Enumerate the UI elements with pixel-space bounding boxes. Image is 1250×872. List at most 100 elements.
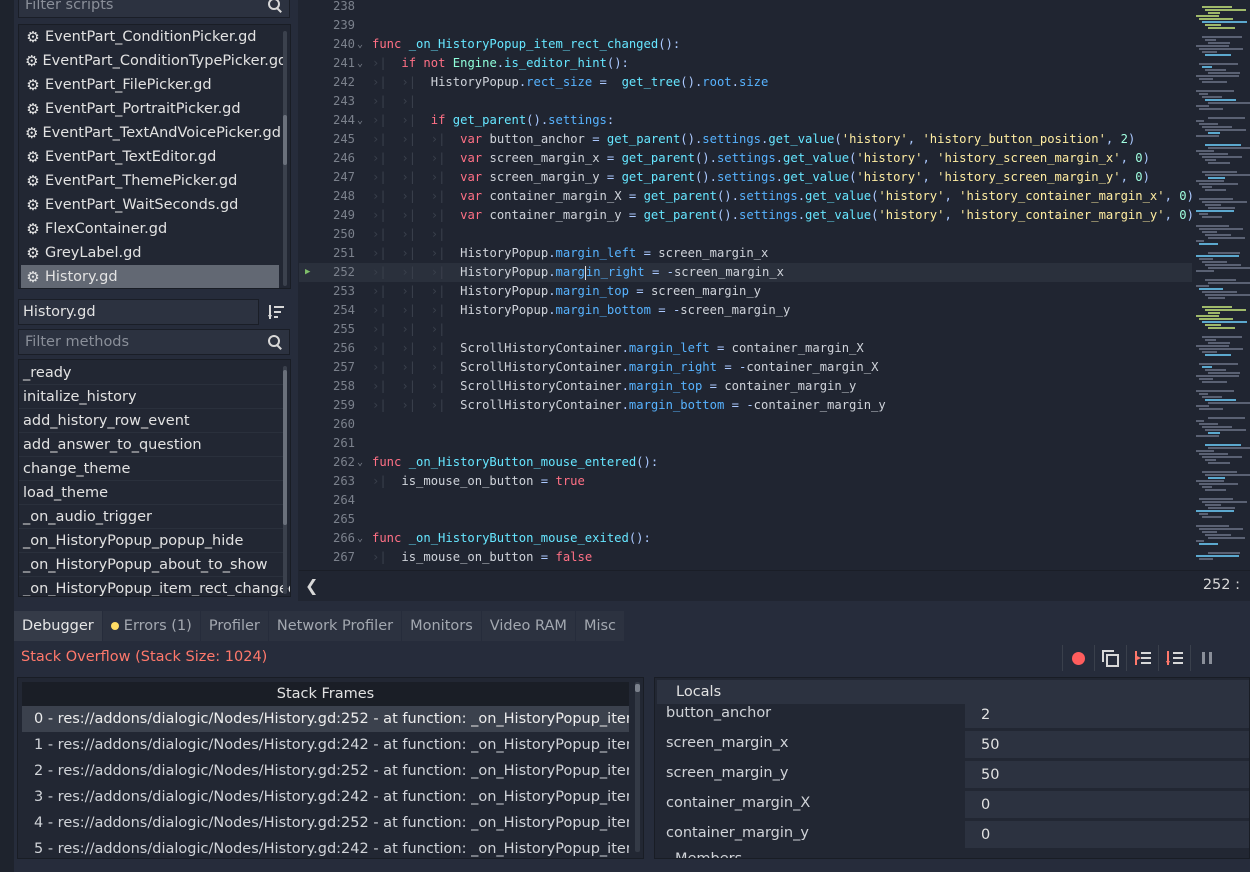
script-list-item[interactable]: ⚙ EventPart_TextEditor.gd xyxy=(21,145,279,169)
method-list-item[interactable]: add_history_row_event xyxy=(19,409,285,433)
code-editor[interactable]: 238 239 240 ⌄ func _on_HistoryPopup_item_rec… xyxy=(299,0,1250,570)
code-line[interactable]: 251 ›| ›| ›| HistoryPopup.margin_left = s… xyxy=(299,244,1192,263)
variable-value[interactable]: 0 xyxy=(965,791,1249,818)
script-list-item[interactable]: ⚙ GreyLabel.gd xyxy=(21,241,279,265)
pause-button[interactable] xyxy=(1190,645,1222,671)
code-line[interactable]: 261 xyxy=(299,434,1192,453)
search-icon[interactable] xyxy=(267,0,283,13)
minimap-line xyxy=(1196,255,1239,257)
method-list-item[interactable]: load_theme xyxy=(19,481,285,505)
fold-arrow-icon[interactable]: ⌄ xyxy=(357,35,363,54)
code-token: margin_top xyxy=(628,379,703,393)
code-line[interactable]: ▶ 252 ›| ›| ›| HistoryPopup.margin_right =… xyxy=(299,263,1192,282)
script-list-item[interactable]: ⚙ EventPart_ConditionTypePicker.gd xyxy=(21,49,287,73)
code-line[interactable]: 266 ⌄ func _on_HistoryButton_mouse_exited(… xyxy=(299,529,1192,548)
method-list-item[interactable]: _on_HistoryPopup_popup_hide xyxy=(19,529,285,553)
code-line[interactable]: 249 ›| ›| ›| var container_margin_y = get… xyxy=(299,206,1194,225)
sort-icon[interactable] xyxy=(268,303,286,321)
step-into-button[interactable] xyxy=(1126,645,1158,671)
code-line[interactable]: 263 ›| is_mouse_on_button = true xyxy=(299,472,1192,491)
fold-arrow-icon[interactable]: ⌄ xyxy=(357,453,363,472)
search-icon[interactable] xyxy=(267,334,283,350)
code-line[interactable]: 257 ›| ›| ›| ScrollHistoryContainer.margi… xyxy=(299,358,1192,377)
method-list-item[interactable]: change_theme xyxy=(19,457,285,481)
line-number: 253 xyxy=(332,284,355,298)
variable-value[interactable]: 0 xyxy=(965,821,1249,848)
stack-frame-row[interactable]: 1 - res://addons/dialogic/Nodes/History.… xyxy=(22,732,629,758)
code-line[interactable]: 260 xyxy=(299,415,1192,434)
code-line[interactable]: 239 xyxy=(299,16,1192,35)
filter-scripts-input[interactable]: Filter scripts xyxy=(18,0,290,18)
tab-errors-1[interactable]: Errors (1) xyxy=(102,611,200,641)
script-list-scroll-thumb[interactable] xyxy=(283,115,287,165)
code-token: _on_HistoryButton_mouse_entered xyxy=(408,455,637,469)
code-line[interactable]: 246 ›| ›| ›| var screen_margin_x = get_pa… xyxy=(299,149,1192,168)
tab-profiler[interactable]: Profiler xyxy=(200,611,268,641)
code-line[interactable]: 253 ›| ›| ›| HistoryPopup.margin_top = sc… xyxy=(299,282,1192,301)
stack-frame-row[interactable]: 2 - res://addons/dialogic/Nodes/History.… xyxy=(22,758,629,784)
code-line[interactable]: 240 ⌄ func _on_HistoryPopup_item_rect_chan… xyxy=(299,35,1192,54)
code-line[interactable]: 243 ›| ›| xyxy=(299,92,1192,111)
step-over-button[interactable] xyxy=(1158,645,1190,671)
code-line[interactable]: 267 ›| is_mouse_on_button = false xyxy=(299,548,1192,567)
script-list-item[interactable]: ⚙ EventPart_TextAndVoicePicker.gd xyxy=(21,121,281,145)
script-list-item[interactable]: ⚙ History.gd xyxy=(21,265,279,288)
break-button[interactable] xyxy=(1062,645,1094,671)
stack-frames-scroll-thumb[interactable] xyxy=(635,684,640,692)
script-list-item[interactable]: ⚙ EventPart_WaitSeconds.gd xyxy=(21,193,279,217)
code-line[interactable]: 245 ›| ›| ›| var button_anchor = get_pare… xyxy=(299,130,1192,149)
fold-arrow-icon[interactable]: ⌄ xyxy=(357,529,363,548)
code-line[interactable]: 255 ›| ›| ›| xyxy=(299,320,1192,339)
code-line[interactable]: 244 ⌄ ›| ›| if get_parent().settings: xyxy=(299,111,1192,130)
stack-frame-row[interactable]: 4 - res://addons/dialogic/Nodes/History.… xyxy=(22,810,629,836)
tab-monitors[interactable]: Monitors xyxy=(402,611,481,641)
code-line[interactable]: 262 ⌄ func _on_HistoryButton_mouse_entered… xyxy=(299,453,1192,472)
code-text: ›| ›| ›| var screen_margin_y = get_paren… xyxy=(372,170,1150,184)
code-line[interactable]: 265 xyxy=(299,510,1192,529)
fold-arrow-icon[interactable]: ⌄ xyxy=(357,54,363,73)
code-minimap[interactable] xyxy=(1192,0,1250,570)
code-line[interactable]: 264 xyxy=(299,491,1192,510)
method-list-item[interactable]: _on_HistoryPopup_about_to_show xyxy=(19,553,285,577)
code-line[interactable]: 238 xyxy=(299,0,1192,16)
code-line[interactable]: 256 ›| ›| ›| ScrollHistoryContainer.margi… xyxy=(299,339,1192,358)
variable-value[interactable]: 2 xyxy=(965,701,1249,728)
script-list-item[interactable]: ⚙ EventPart_FilePicker.gd xyxy=(21,73,279,97)
method-list-item[interactable]: initalize_history xyxy=(19,385,285,409)
code-line[interactable]: 250 ›| ›| ›| xyxy=(299,225,1192,244)
filter-methods-input[interactable]: Filter methods xyxy=(18,329,290,355)
code-line[interactable]: 259 ›| ›| ›| ScrollHistoryContainer.margi… xyxy=(299,396,1192,415)
stack-frame-row[interactable]: 5 - res://addons/dialogic/Nodes/History.… xyxy=(22,836,629,858)
chevron-left-icon[interactable]: ❮ xyxy=(305,576,318,595)
tab-network-profiler[interactable]: Network Profiler xyxy=(268,611,402,641)
script-list-item[interactable]: ⚙ FlexContainer.gd xyxy=(21,217,279,241)
tab-video-ram[interactable]: Video RAM xyxy=(481,611,575,641)
script-list-scrollbar[interactable] xyxy=(283,31,287,286)
code-line[interactable]: 248 ›| ›| ›| var container_margin_X = get… xyxy=(299,187,1194,206)
tab-debugger[interactable]: Debugger xyxy=(14,611,102,641)
code-line[interactable]: 242 ›| ›| HistoryPopup.rect_size = get_tr… xyxy=(299,73,1192,92)
script-list-item[interactable]: ⚙ EventPart_ConditionPicker.gd xyxy=(21,25,279,49)
method-list-scrollbar[interactable] xyxy=(283,366,287,594)
code-line[interactable]: 241 ⌄ ›| if not Engine.is_editor_hint(): xyxy=(299,54,1192,73)
variable-value[interactable]: 50 xyxy=(965,731,1249,758)
minimap-line xyxy=(1199,153,1228,155)
variable-value[interactable]: 50 xyxy=(965,761,1249,788)
code-line[interactable]: 258 ›| ›| ›| ScrollHistoryContainer.margi… xyxy=(299,377,1192,396)
method-list-item[interactable]: _on_audio_trigger xyxy=(19,505,285,529)
method-list-scroll-thumb[interactable] xyxy=(283,370,287,525)
method-list-item[interactable]: _on_HistoryPopup_item_rect_changed xyxy=(19,577,290,597)
code-line[interactable]: 254 ›| ›| ›| HistoryPopup.margin_bottom =… xyxy=(299,301,1192,320)
script-list-item[interactable]: ⚙ EventPart_ThemePicker.gd xyxy=(21,169,279,193)
members-header[interactable]: Members xyxy=(675,851,742,858)
stack-frame-row[interactable]: 0 - res://addons/dialogic/Nodes/History.… xyxy=(22,706,629,732)
stack-frames-scrollbar[interactable] xyxy=(635,682,640,852)
stack-frame-row[interactable]: 3 - res://addons/dialogic/Nodes/History.… xyxy=(22,784,629,810)
tab-misc[interactable]: Misc xyxy=(575,611,625,641)
method-list-item[interactable]: _ready xyxy=(19,361,285,385)
script-list-item[interactable]: ⚙ EventPart_PortraitPicker.gd xyxy=(21,97,279,121)
copy-error-button[interactable] xyxy=(1094,645,1126,671)
code-line[interactable]: 247 ›| ›| ›| var screen_margin_y = get_pa… xyxy=(299,168,1192,187)
method-list-item[interactable]: add_answer_to_question xyxy=(19,433,285,457)
fold-arrow-icon[interactable]: ⌄ xyxy=(357,111,363,130)
